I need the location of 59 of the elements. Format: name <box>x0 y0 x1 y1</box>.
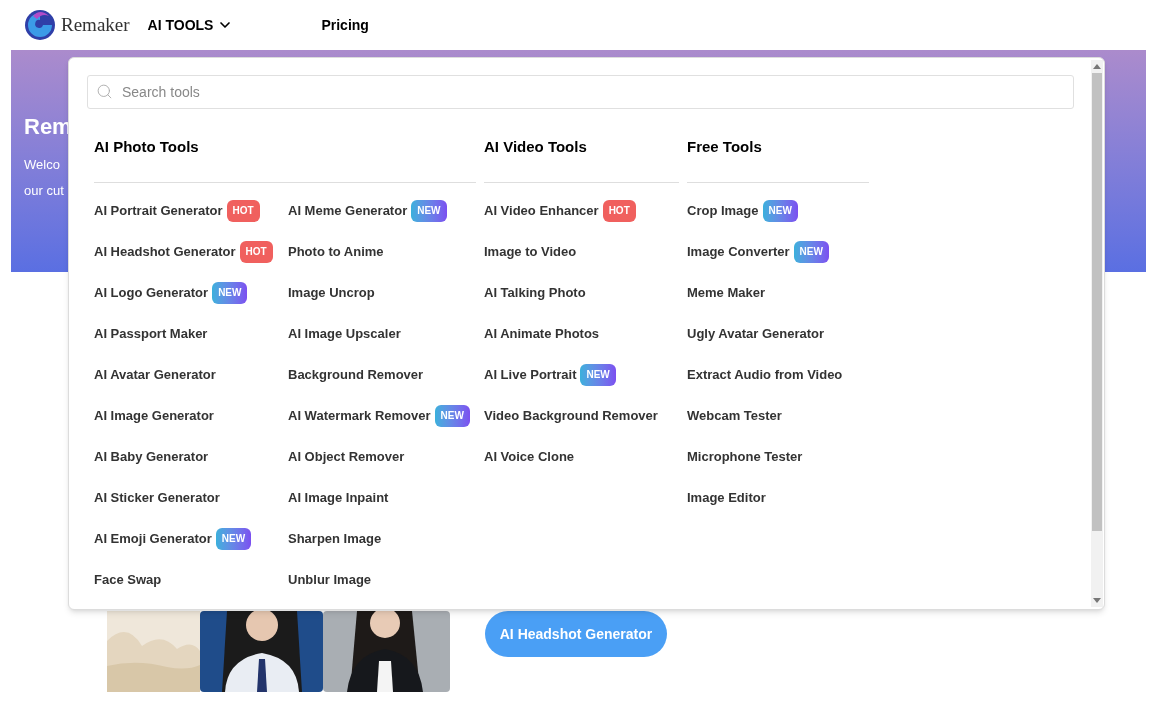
tool-link[interactable]: AI Talking Photo <box>484 282 586 303</box>
scrollbar[interactable] <box>1091 60 1103 607</box>
new-badge: NEW <box>793 240 829 263</box>
new-badge: NEW <box>762 199 798 222</box>
tool-link[interactable]: AI Baby Generator <box>94 446 209 467</box>
tool-link[interactable]: AI Headshot Generator <box>94 241 236 262</box>
tool-link[interactable]: AI Passport Maker <box>94 323 208 344</box>
tool-link[interactable]: Video Background Remover <box>484 405 658 426</box>
nav-link[interactable]: Pricing <box>321 14 369 36</box>
tool-link[interactable]: Crop Image <box>687 200 759 221</box>
section-heading: Free Tools <box>687 137 762 157</box>
tool-link[interactable]: AI Live Portrait <box>484 364 577 385</box>
hot-badge: HOT <box>226 199 260 222</box>
tool-link[interactable]: AI Video Enhancer <box>484 200 599 221</box>
new-badge: NEW <box>215 527 252 550</box>
tool-link[interactable]: AI Voice Clone <box>484 446 575 467</box>
tool-link[interactable]: AI Sticker Generator <box>94 487 220 508</box>
tool-link[interactable]: Ugly Avatar Generator <box>687 323 825 344</box>
hero-text: our cut <box>24 182 64 200</box>
new-badge: NEW <box>580 363 616 386</box>
search-icon <box>96 83 113 100</box>
tool-link[interactable]: Background Remover <box>288 364 424 385</box>
tool-link[interactable]: Webcam Tester <box>687 405 782 426</box>
tool-link[interactable]: AI Portrait Generator <box>94 200 223 221</box>
brand-name: Remaker <box>61 12 130 37</box>
new-badge: NEW <box>212 281 248 304</box>
tool-link[interactable]: Photo to Anime <box>288 241 384 262</box>
tool-link[interactable]: AI Image Generator <box>94 405 214 426</box>
logo-icon <box>25 10 55 40</box>
tool-link[interactable]: AI Logo Generator <box>94 282 209 303</box>
tool-link[interactable]: AI Object Remover <box>288 446 405 467</box>
tool-link[interactable]: AI Image Upscaler <box>288 323 401 344</box>
hot-badge: HOT <box>239 240 273 263</box>
tool-link[interactable]: Extract Audio from Video <box>687 364 843 385</box>
tool-link[interactable]: Microphone Tester <box>687 446 803 467</box>
tool-link[interactable]: Sharpen Image <box>288 528 382 549</box>
tool-link[interactable]: Face Swap <box>94 569 162 590</box>
hero-text: Welco <box>24 156 60 174</box>
tool-link[interactable]: AI Avatar Generator <box>94 364 216 385</box>
scroll-down-icon[interactable] <box>1093 598 1101 604</box>
scroll-up-icon[interactable] <box>1093 63 1101 69</box>
section-heading: AI Video Tools <box>484 137 587 157</box>
tools-menu-button[interactable]: AI TOOLS <box>147 14 234 36</box>
tool-link[interactable]: AI Meme Generator <box>288 200 408 221</box>
new-badge: NEW <box>411 199 447 222</box>
tool-link[interactable]: AI Animate Photos <box>484 323 600 344</box>
tool-link[interactable]: Image Uncrop <box>288 282 375 303</box>
tool-link[interactable]: AI Image Inpaint <box>288 487 389 508</box>
tool-link[interactable]: Meme Maker <box>687 282 766 303</box>
tool-link[interactable]: Image to Video <box>484 241 577 262</box>
tool-link[interactable]: Image Editor <box>687 487 766 508</box>
tool-link[interactable]: Unblur Image <box>288 569 372 590</box>
section-heading: AI Photo Tools <box>94 137 199 157</box>
tool-link[interactable]: Image Converter <box>687 241 790 262</box>
new-badge: NEW <box>434 404 470 427</box>
search-field[interactable]: Search tools <box>87 75 1074 109</box>
tool-link[interactable]: AI Emoji Generator <box>94 528 212 549</box>
hot-badge: HOT <box>602 199 636 222</box>
tool-link[interactable]: AI Watermark Remover <box>288 405 431 426</box>
